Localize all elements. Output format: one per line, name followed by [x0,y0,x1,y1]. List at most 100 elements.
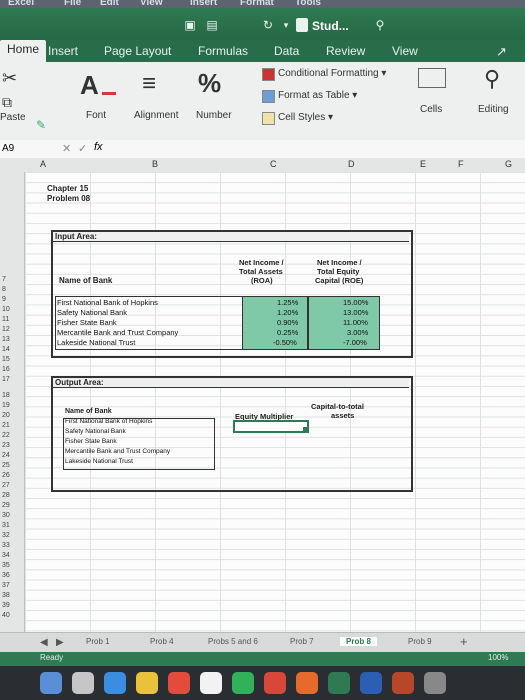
bank-name-cell[interactable]: Fisher State Bank [57,318,117,327]
problem-label[interactable]: Problem 08 [47,194,90,203]
out-bank-name-cell[interactable]: Mercantile Bank and Trust Company [65,448,170,455]
row-header[interactable]: 17 [2,376,10,383]
row-header[interactable]: 25 [2,462,10,469]
roe-value-cell[interactable]: 11.00% [343,318,368,327]
row-header[interactable]: 19 [2,402,10,409]
safari-icon[interactable] [104,672,126,694]
tab-home[interactable]: Home [0,40,47,62]
column-header-f[interactable]: F [458,159,464,169]
chrome-icon[interactable] [136,672,158,694]
bank-name-cell[interactable]: Mercantile Bank and Trust Company [57,328,178,337]
format-as-table-button[interactable]: Format as Table ▾ [278,90,357,101]
name-of-bank-header[interactable]: Name of Bank [59,276,112,285]
word-icon[interactable] [360,672,382,694]
row-header[interactable]: 7 [2,276,6,283]
scroll-right-icon[interactable]: ▶ [56,637,64,648]
row-header[interactable]: 33 [2,542,10,549]
row-header[interactable]: 32 [2,532,10,539]
row-header[interactable]: 20 [2,412,10,419]
row-header[interactable]: 8 [2,286,6,293]
capital-to-total-header-2[interactable]: assets [331,411,354,420]
selected-cell[interactable] [233,420,309,433]
redo-icon[interactable]: ↻ [262,19,274,31]
cells-icon[interactable] [418,68,446,88]
row-header[interactable]: 31 [2,522,10,529]
bank-name-cell[interactable]: Lakeside National Trust [57,338,135,347]
roa-value-cell[interactable]: 1.25% [277,298,298,307]
excel-icon[interactable] [328,672,350,694]
search-icon[interactable]: ⚲ [374,19,386,31]
roe-value-cell[interactable]: 15.00% [343,298,368,307]
alignment-group-label[interactable]: Alignment [134,110,178,121]
row-header[interactable]: 10 [2,306,10,313]
roa-value-cell[interactable]: -0.50% [273,338,297,347]
row-header[interactable]: 34 [2,552,10,559]
notes-icon[interactable] [200,672,222,694]
roa-header-3[interactable]: (ROA) [251,276,273,285]
number-group-label[interactable]: Number [196,110,232,121]
row-header[interactable]: 29 [2,502,10,509]
add-sheet-icon[interactable]: + [460,634,468,649]
calendar-icon[interactable] [168,672,190,694]
roe-value-cell[interactable]: -7.00% [343,338,367,347]
row-header[interactable]: 26 [2,472,10,479]
tab-view[interactable]: View [392,44,418,58]
out-bank-name-cell[interactable]: Safety National Bank [65,428,126,435]
menu-app-excel[interactable]: Excel [8,0,34,8]
menu-format[interactable]: Format [240,0,274,8]
name-box[interactable]: A9 [2,143,14,154]
cut-icon[interactable]: ✂ [2,68,17,89]
photos-icon[interactable] [264,672,286,694]
menu-file[interactable]: File [64,0,81,8]
row-header[interactable]: 30 [2,512,10,519]
out-bank-name-cell[interactable]: First National Bank of Hopkins [65,418,152,425]
cells-group-label[interactable]: Cells [420,104,442,115]
zoom-level[interactable]: 100% [488,653,508,662]
column-header-e[interactable]: E [420,159,426,169]
row-header[interactable]: 24 [2,452,10,459]
save-icon[interactable]: ▣ [184,19,196,31]
percent-icon[interactable]: % [198,68,221,99]
roa-header-1[interactable]: Net Income / [239,258,284,267]
row-header[interactable]: 23 [2,442,10,449]
row-header[interactable]: 21 [2,422,10,429]
alignment-icon[interactable]: ≡ [142,70,156,98]
roa-value-cell[interactable]: 1.20% [277,308,298,317]
tab-data[interactable]: Data [274,44,299,58]
tab-formulas[interactable]: Formulas [198,44,248,58]
input-area-label[interactable]: Input Area: [55,232,97,241]
launchpad-icon[interactable] [72,672,94,694]
tab-review[interactable]: Review [326,44,365,58]
column-header-g[interactable]: G [505,159,512,169]
music-icon[interactable] [296,672,318,694]
sheet-tab-probs-5-6[interactable]: Probs 5 and 6 [208,637,258,646]
font-group-label[interactable]: Font [86,110,106,121]
fill-handle[interactable] [303,427,307,431]
row-header[interactable]: 16 [2,366,10,373]
copy-icon[interactable]: ⧉ [2,94,12,111]
roe-header-1[interactable]: Net Income / [317,258,362,267]
column-header-d[interactable]: D [348,159,355,169]
sheet-tab-prob-9[interactable]: Prob 9 [408,637,432,646]
sheet-tab-prob-4[interactable]: Prob 4 [150,637,174,646]
row-header[interactable]: 13 [2,336,10,343]
row-header[interactable]: 39 [2,602,10,609]
column-header-b[interactable]: B [152,159,158,169]
sheet-tab-prob-8[interactable]: Prob 8 [340,637,377,646]
column-header-a[interactable]: A [40,159,46,169]
row-header[interactable]: 27 [2,482,10,489]
finder-icon[interactable] [40,672,62,694]
roe-value-cell[interactable]: 13.00% [343,308,368,317]
settings-icon[interactable] [424,672,446,694]
format-painter-icon[interactable]: ✎ [36,118,46,132]
chapter-label[interactable]: Chapter 15 [47,184,88,193]
out-name-of-bank-header[interactable]: Name of Bank [65,408,112,415]
sheet-tab-prob-1[interactable]: Prob 1 [86,637,110,646]
conditional-formatting-button[interactable]: Conditional Formatting ▾ [278,68,386,79]
roe-header-2[interactable]: Total Equity [317,267,359,276]
row-header[interactable]: 11 [2,316,9,323]
out-bank-name-cell[interactable]: Lakeside National Trust [65,458,133,465]
row-header[interactable]: 15 [2,356,10,363]
scroll-left-icon[interactable]: ◀ [40,637,48,648]
capital-to-total-header-1[interactable]: Capital-to-total [311,402,364,411]
